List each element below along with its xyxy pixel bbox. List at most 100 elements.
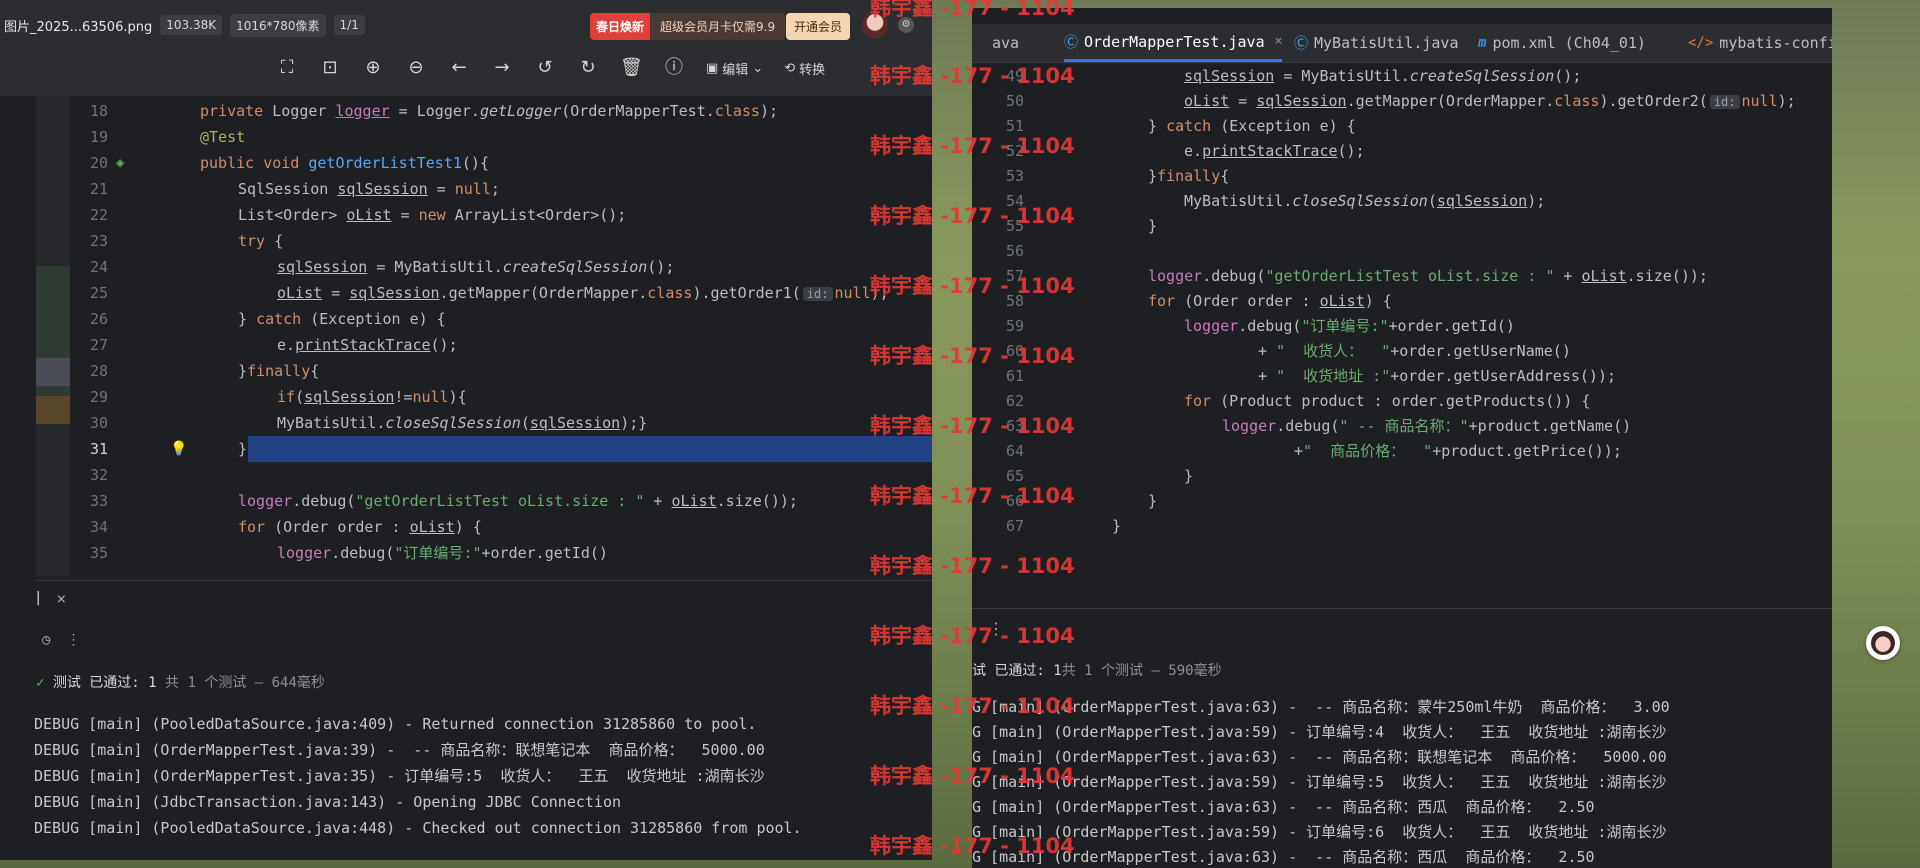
code-token: " 收货人： " (1276, 342, 1391, 360)
info-icon[interactable]: ⓘ (663, 57, 685, 79)
convert-label: 转换 (799, 62, 826, 78)
settings-icon[interactable]: ⚙ (898, 17, 914, 33)
code-token: (Exception e) { (301, 310, 446, 328)
actual-size-icon[interactable]: ⊡ (319, 57, 341, 79)
tab-java-file[interactable]: ava (992, 24, 1019, 62)
code-token: oList (671, 492, 717, 510)
viewer-top-bar: 图片_2025...63506.png 103.38K 1016*780像素 1… (0, 0, 932, 96)
code-token: sqlSession (529, 414, 621, 432)
convert-icon: ⟲ (784, 60, 796, 76)
xml-icon: </> (1688, 35, 1714, 51)
code-token: oList (1184, 92, 1230, 110)
code-token: @Test (200, 128, 246, 146)
code-token: + (1258, 342, 1277, 360)
log-line: G [main] (OrderMapperTest.java:59) - 订单编… (972, 823, 1667, 841)
code-line: 22 List<Order> oList = new ArrayList<Orde… (0, 202, 932, 228)
code-token: public void (200, 154, 309, 172)
code-token: createSqlSession (1409, 67, 1555, 85)
rerun-clock-icon[interactable]: ◷ (42, 632, 50, 648)
code-token: (Exception e) { (1211, 117, 1356, 135)
tab-mybatis-config[interactable]: </> mybatis-config.x (1688, 24, 1832, 62)
line-number: 18 (89, 102, 108, 120)
run-test-icon[interactable]: ◈ (116, 150, 124, 176)
code-token: "订单编号:" (394, 544, 482, 562)
tab-label: MyBatisUtil.java (1314, 34, 1459, 52)
line-number: 25 (89, 284, 108, 302)
rotate-right-icon[interactable]: ↻ (577, 57, 599, 79)
close-icon[interactable]: × (56, 589, 66, 608)
line-number: 26 (89, 310, 108, 328)
line-number: 31 (89, 440, 108, 458)
code-token: +order.getId() (1388, 317, 1515, 335)
code-token: logger (238, 492, 293, 510)
fullscreen-icon[interactable]: ⛶ (276, 57, 298, 79)
more-options-icon[interactable]: ⋮ (66, 632, 80, 648)
code-token: logger (1148, 267, 1203, 285)
code-token: .getMapper(OrderMapper. (439, 284, 648, 302)
left-run-panel: | × ◷ ⋮ ✓ 测试 已通过: 1 共 1 个测试 – 644毫秒 DEBU… (34, 580, 932, 860)
code-token: (Order order : (1175, 292, 1320, 310)
code-token: oList (1319, 292, 1365, 310)
zoom-out-icon[interactable]: ⊖ (405, 57, 427, 79)
tab-edge: | (34, 590, 43, 606)
code-token: printStackTrace (295, 336, 431, 354)
test-status: 试 已通过: 1共 1 个测试 – 590毫秒 (972, 659, 1832, 683)
code-token: { (265, 232, 284, 250)
code-token: e. (1184, 142, 1203, 160)
code-token: ; (490, 180, 500, 198)
code-token: for (1184, 392, 1212, 410)
rotate-left-icon[interactable]: ↺ (534, 57, 556, 79)
code-token: sqlSession (277, 258, 368, 276)
zoom-in-icon[interactable]: ⊕ (362, 57, 384, 79)
code-token: = (391, 206, 419, 224)
convert-menu[interactable]: ⟲ 转换 (784, 59, 825, 78)
lightbulb-icon[interactable]: 💡 (170, 436, 187, 462)
line-number: 21 (89, 180, 108, 198)
code-token: } (1112, 517, 1122, 535)
log-line: DEBUG [main] (OrderMapperTest.java:35) -… (34, 767, 765, 785)
assistant-avatar[interactable] (1866, 626, 1900, 660)
line-number: 19 (89, 128, 108, 146)
line-number: 33 (89, 492, 108, 510)
code-token: (); (430, 336, 458, 354)
previous-arrow-icon[interactable]: ← (448, 57, 470, 79)
run-panel-tab[interactable]: | × (34, 583, 932, 613)
line-number: 67 (1005, 517, 1024, 535)
more-options-icon[interactable]: ⋮ (988, 619, 1004, 638)
code-token: (); (1337, 142, 1365, 160)
code-token: new (418, 206, 455, 224)
line-number: 28 (89, 362, 108, 380)
test-status: ✓ 测试 已通过: 1 共 1 个测试 – 644毫秒 (36, 671, 932, 695)
code-token: try (238, 232, 266, 250)
tab-pom-xml[interactable]: m pom.xml (Ch04_01) (1478, 24, 1646, 62)
next-arrow-icon[interactable]: → (491, 57, 513, 79)
code-token: ) { (1364, 292, 1392, 310)
viewer-file-info: 图片_2025...63506.png 103.38K 1016*780像素 1… (4, 13, 365, 37)
code-token: private (200, 102, 273, 120)
code-line: 57 logger.debug("getOrderListTest oList.s… (972, 264, 1832, 289)
close-icon[interactable]: × (1275, 34, 1283, 49)
code-token: List<Order> (238, 206, 347, 224)
code-token: sqlSession (1436, 192, 1528, 210)
user-avatar[interactable] (862, 12, 888, 38)
right-console-log: G [main] (OrderMapperTest.java:63) - -- … (972, 695, 1832, 868)
run-panel-toolbar: ◷ ⋮ (36, 625, 932, 655)
line-number: 49 (1005, 67, 1024, 85)
code-token: sqlSession (1184, 67, 1275, 85)
class-icon: Ⓒ (1294, 36, 1308, 52)
tab-order-mapper-test[interactable]: Ⓒ OrderMapperTest.java × (1064, 24, 1283, 62)
edit-menu[interactable]: ▣ 编辑 ⌄ (706, 59, 763, 78)
open-vip-button[interactable]: 开通会员 (786, 13, 851, 40)
code-token: ArrayList<Order>(); (454, 206, 627, 224)
code-token: ); (870, 284, 889, 302)
code-token: { (310, 362, 320, 380)
vip-promo-banner[interactable]: 春日焕新 超级会员月卡仅需9.9 (590, 12, 786, 40)
code-token: +product.getName() (1468, 417, 1632, 435)
code-token: createSqlSession (502, 258, 648, 276)
tab-mybatis-util[interactable]: Ⓒ MyBatisUtil.java (1294, 24, 1459, 62)
code-token: sqlSession (304, 388, 395, 406)
code-token: "订单编号:" (1301, 317, 1389, 335)
log-line: G [main] (OrderMapperTest.java:63) - -- … (972, 848, 1595, 866)
code-token: finally (247, 362, 311, 380)
delete-icon[interactable]: 🗑 (620, 57, 643, 79)
